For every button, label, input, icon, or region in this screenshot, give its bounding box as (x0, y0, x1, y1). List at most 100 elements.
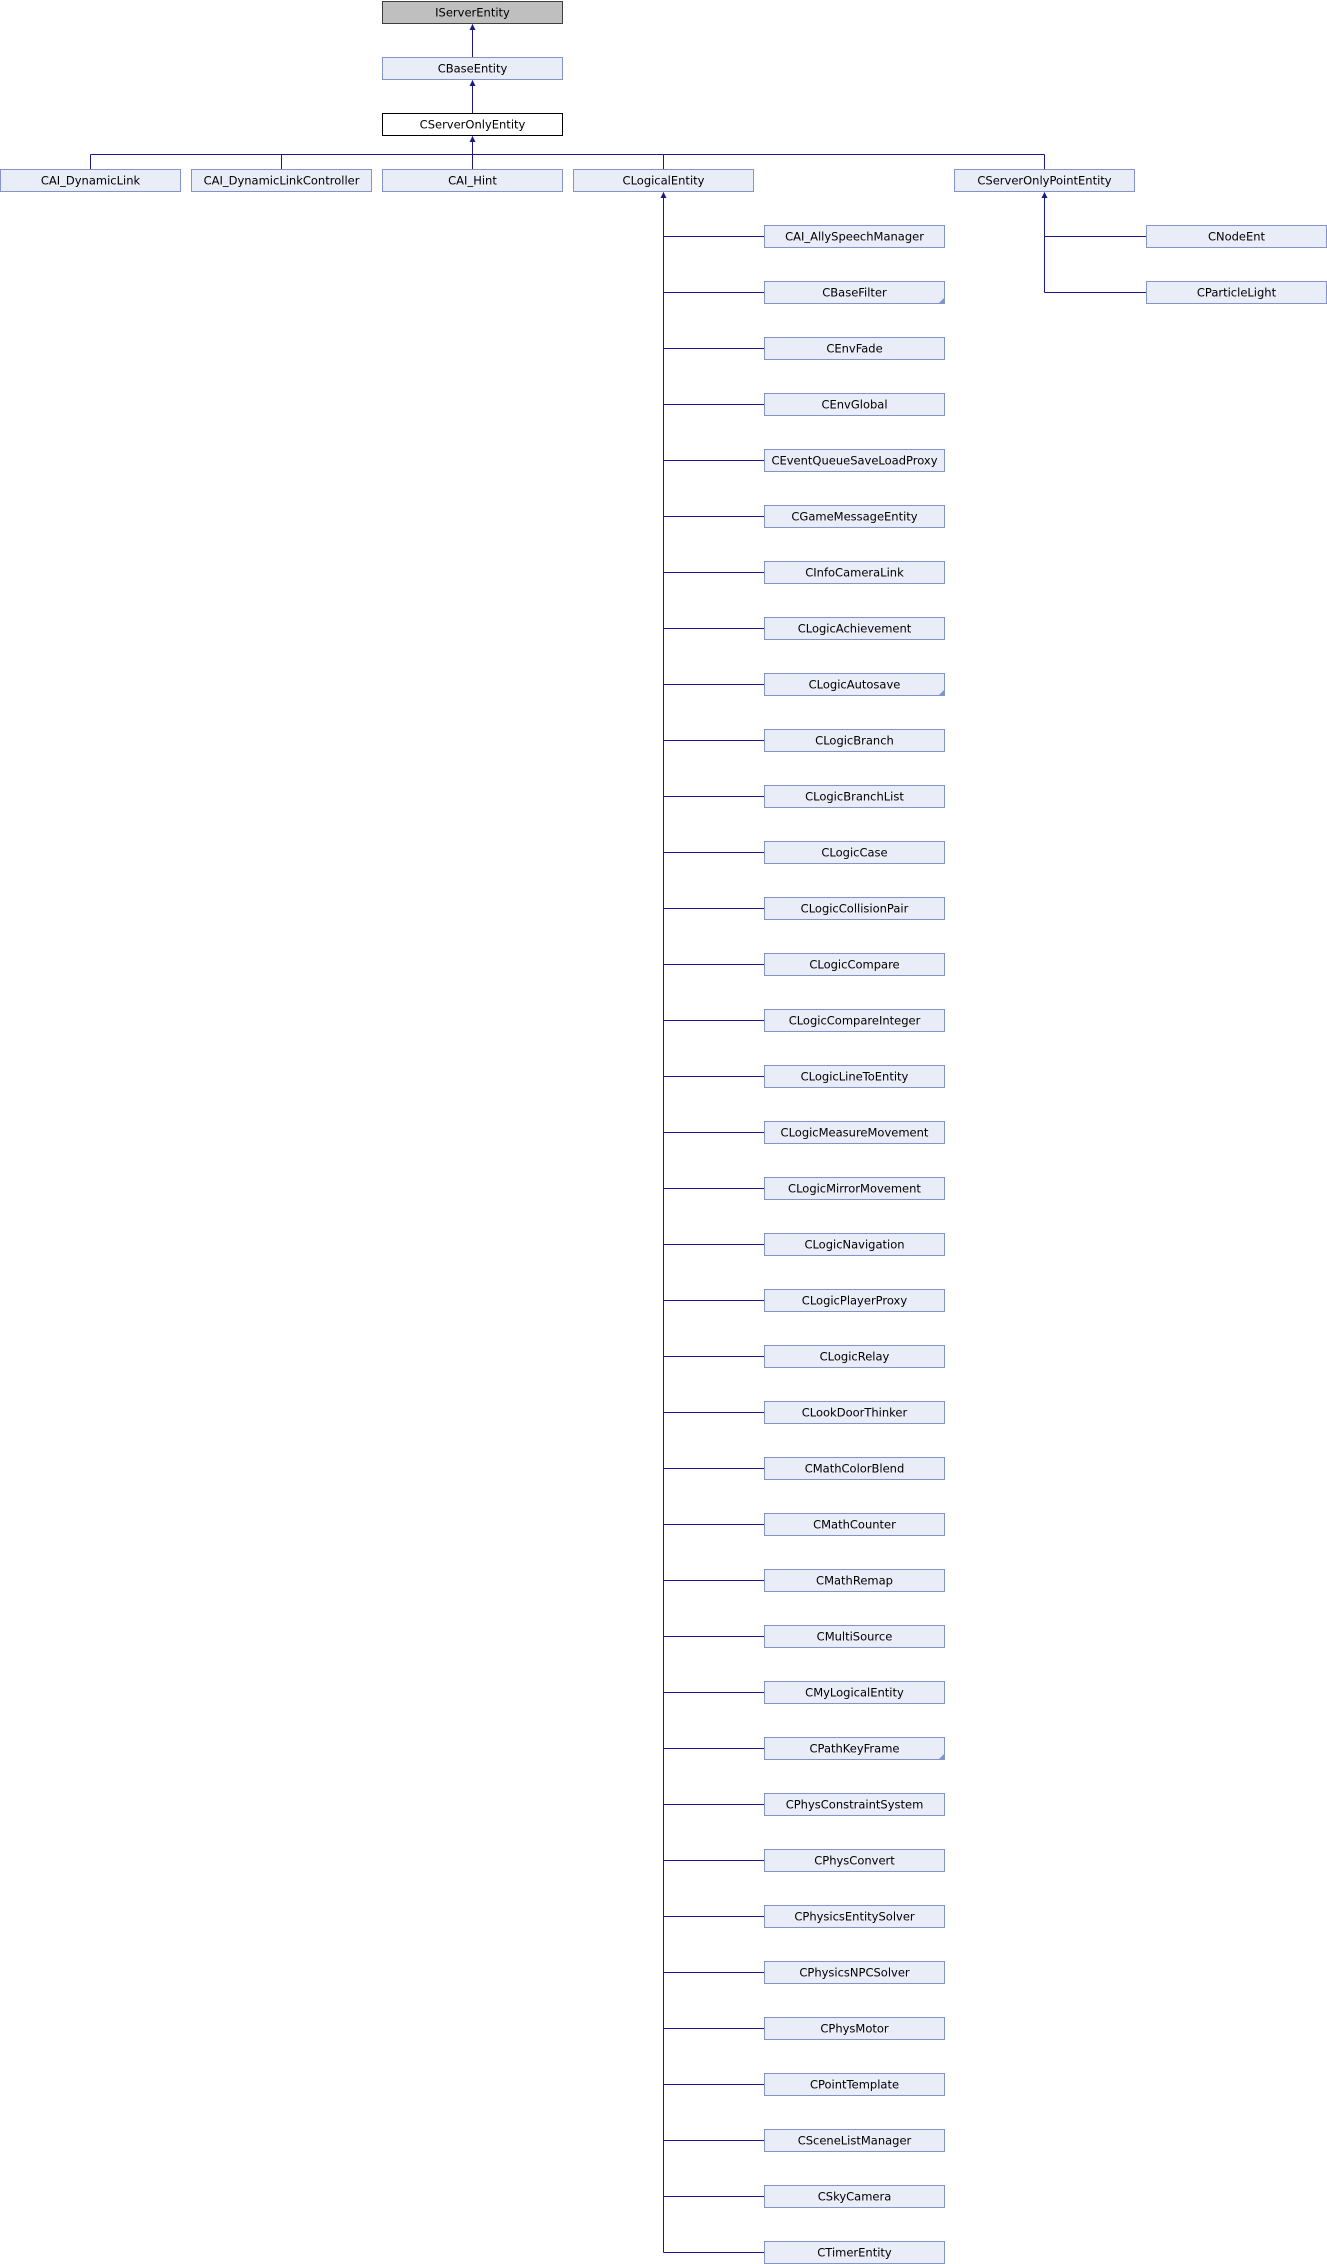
class-node-cenvglobal[interactable]: CEnvGlobal (764, 393, 945, 416)
class-label: CLogicalEntity (623, 174, 705, 188)
class-node-clogiclinetoentity[interactable]: CLogicLineToEntity (764, 1065, 945, 1088)
class-node-cscenelistmanager[interactable]: CSceneListManager (764, 2129, 945, 2152)
class-label: CBaseEntity (438, 62, 508, 76)
class-label: CPhysicsEntitySolver (794, 1910, 915, 1924)
inheritance-arrow (660, 192, 667, 198)
inheritance-arrow (469, 80, 476, 86)
class-label: CEnvFade (826, 342, 882, 356)
class-node-cmathcolorblend[interactable]: CMathColorBlend (764, 1457, 945, 1480)
class-label: CLogicCompareInteger (789, 1014, 921, 1028)
class-label: CLogicCollisionPair (801, 902, 909, 916)
class-node-clogiccompare[interactable]: CLogicCompare (764, 953, 945, 976)
class-label: CMathColorBlend (805, 1462, 905, 1476)
class-label: CPhysConstraintSystem (786, 1798, 924, 1812)
class-node-cserveronlypointentity[interactable]: CServerOnlyPointEntity (954, 169, 1135, 192)
class-label: CLogicBranchList (805, 790, 904, 804)
class-node-clogiccompareinteger[interactable]: CLogicCompareInteger (764, 1009, 945, 1032)
class-label: CLogicCase (821, 846, 887, 860)
class-node-cai-dynamiclinkcontroller[interactable]: CAI_DynamicLinkController (191, 169, 372, 192)
class-label: CLogicBranch (815, 734, 894, 748)
class-label: CLogicCompare (809, 958, 899, 972)
class-node-iserverentity[interactable]: IServerEntity (382, 1, 563, 24)
class-node-cphysconstraintsystem[interactable]: CPhysConstraintSystem (764, 1793, 945, 1816)
class-node-clogicmirrormovement[interactable]: CLogicMirrorMovement (764, 1177, 945, 1200)
class-node-clogicachievement[interactable]: CLogicAchievement (764, 617, 945, 640)
class-label: CLogicLineToEntity (801, 1070, 909, 1084)
class-label: CMathCounter (813, 1518, 896, 1532)
class-node-clogicplayerproxy[interactable]: CLogicPlayerProxy (764, 1289, 945, 1312)
class-label: CServerOnlyEntity (420, 118, 526, 132)
class-node-cmathcounter[interactable]: CMathCounter (764, 1513, 945, 1536)
class-node-cparticlelight[interactable]: CParticleLight (1146, 281, 1327, 304)
class-node-cnodeent[interactable]: CNodeEnt (1146, 225, 1327, 248)
class-node-clogicbranchlist[interactable]: CLogicBranchList (764, 785, 945, 808)
class-node-cai-hint[interactable]: CAI_Hint (382, 169, 563, 192)
class-node-clogicalentity[interactable]: CLogicalEntity (573, 169, 754, 192)
class-label: CMultiSource (817, 1630, 893, 1644)
class-label: CLogicPlayerProxy (802, 1294, 908, 1308)
class-node-ctimerentity[interactable]: CTimerEntity (764, 2241, 945, 2264)
class-node-clogicautosave[interactable]: CLogicAutosave (764, 673, 945, 696)
class-node-cphysicsentitysolver[interactable]: CPhysicsEntitySolver (764, 1905, 945, 1928)
class-label: CPhysicsNPCSolver (799, 1966, 910, 1980)
class-node-clogiccollisionpair[interactable]: CLogicCollisionPair (764, 897, 945, 920)
class-node-clogicnavigation[interactable]: CLogicNavigation (764, 1233, 945, 1256)
class-node-cbaseentity[interactable]: CBaseEntity (382, 57, 563, 80)
class-node-ceventqueuesaveloadproxy[interactable]: CEventQueueSaveLoadProxy (764, 449, 945, 472)
class-label: CEnvGlobal (821, 398, 887, 412)
class-label: CLogicNavigation (804, 1238, 904, 1252)
class-label: CNodeEnt (1208, 230, 1266, 244)
class-label: CInfoCameraLink (805, 566, 904, 580)
class-label: CPathKeyFrame (810, 1742, 900, 1756)
class-hierarchy-diagram: IServerEntity CBaseEntity CServerOnlyEntit… (0, 1, 1327, 2264)
class-label: CSkyCamera (818, 2190, 892, 2204)
class-label: CMyLogicalEntity (805, 1686, 904, 1700)
class-node-clogiccase[interactable]: CLogicCase (764, 841, 945, 864)
inheritance-arrow (469, 136, 476, 142)
class-label: CLogicRelay (820, 1350, 890, 1364)
class-node-cai-allyspeechmanager[interactable]: CAI_AllySpeechManager (764, 225, 945, 248)
class-label: CPointTemplate (810, 2078, 899, 2092)
class-label: CPhysConvert (814, 1854, 895, 1868)
class-label: CAI_Hint (448, 174, 497, 188)
class-label: CAI_AllySpeechManager (785, 230, 924, 244)
class-label: CLogicAutosave (809, 678, 901, 692)
class-node-clogicrelay[interactable]: CLogicRelay (764, 1345, 945, 1368)
class-node-cpathkeyframe[interactable]: CPathKeyFrame (764, 1737, 945, 1760)
class-label: CEventQueueSaveLoadProxy (771, 454, 937, 468)
class-label: CLookDoorThinker (802, 1406, 908, 1420)
class-label: CAI_DynamicLinkController (204, 174, 360, 188)
class-node-cpointtemplate[interactable]: CPointTemplate (764, 2073, 945, 2096)
class-label: CPhysMotor (820, 2022, 889, 2036)
class-node-cai-dynamiclink[interactable]: CAI_DynamicLink (0, 169, 181, 192)
class-node-clogicmeasuremovement[interactable]: CLogicMeasureMovement (764, 1121, 945, 1144)
class-node-cphysconvert[interactable]: CPhysConvert (764, 1849, 945, 1872)
class-label: IServerEntity (435, 6, 510, 20)
class-node-cphysicsnpcsolver[interactable]: CPhysicsNPCSolver (764, 1961, 945, 1984)
class-label: CTimerEntity (817, 2246, 892, 2260)
class-label: CLogicMirrorMovement (788, 1182, 921, 1196)
class-node-clogicbranch[interactable]: CLogicBranch (764, 729, 945, 752)
class-label: CServerOnlyPointEntity (977, 174, 1111, 188)
class-node-cgamemessageentity[interactable]: CGameMessageEntity (764, 505, 945, 528)
class-node-cphysmotor[interactable]: CPhysMotor (764, 2017, 945, 2040)
class-label: CLogicAchievement (798, 622, 912, 636)
class-node-cserveronlyentity[interactable]: CServerOnlyEntity (382, 113, 563, 136)
inheritance-edges (90, 24, 1147, 2253)
class-node-cskycamera[interactable]: CSkyCamera (764, 2185, 945, 2208)
class-label: CParticleLight (1197, 286, 1277, 300)
class-node-cmathremap[interactable]: CMathRemap (764, 1569, 945, 1592)
inheritance-arrow (1041, 192, 1048, 198)
class-node-cmylogicalentity[interactable]: CMyLogicalEntity (764, 1681, 945, 1704)
class-node-cenvfade[interactable]: CEnvFade (764, 337, 945, 360)
class-node-clookdoorthinker[interactable]: CLookDoorThinker (764, 1401, 945, 1424)
class-label: CMathRemap (816, 1574, 893, 1588)
class-label: CSceneListManager (798, 2134, 912, 2148)
class-label: CAI_DynamicLink (41, 174, 141, 188)
class-label: CBaseFilter (822, 286, 887, 300)
class-node-cbasefilter[interactable]: CBaseFilter (764, 281, 945, 304)
class-node-cinfocameralink[interactable]: CInfoCameraLink (764, 561, 945, 584)
class-node-cmultisource[interactable]: CMultiSource (764, 1625, 945, 1648)
inheritance-arrow (469, 24, 476, 30)
class-label: CLogicMeasureMovement (781, 1126, 929, 1140)
